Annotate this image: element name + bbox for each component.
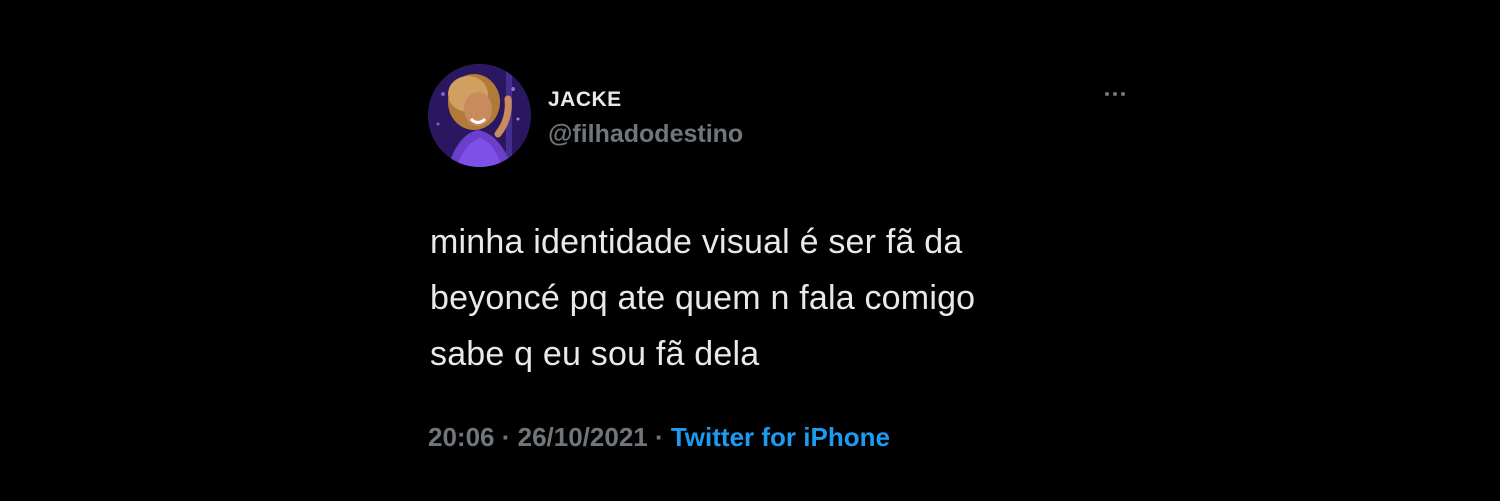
- more-dots-icon: [1105, 92, 1109, 96]
- tweet-date[interactable]: 26/10/2021: [518, 422, 648, 452]
- tweet-card: JACKE @filhadodestino minha identidade v…: [428, 62, 1140, 472]
- tweet-source-link[interactable]: Twitter for iPhone: [671, 422, 890, 452]
- more-dots-icon: [1113, 92, 1117, 96]
- tweet-text-line: minha identidade visual é ser fã da: [430, 223, 963, 261]
- meta-separator: ·: [647, 422, 671, 452]
- more-dots-icon: [1121, 92, 1125, 96]
- display-name[interactable]: JACKE: [548, 88, 622, 112]
- tweet-text-line: beyoncé pq ate quem n fala comigo: [430, 279, 976, 317]
- tweet-text-line: sabe q eu sou fã dela: [430, 335, 760, 373]
- tweet-text: minha identidade visual é ser fã da beyo…: [430, 214, 1130, 382]
- user-handle[interactable]: @filhadodestino: [548, 120, 743, 149]
- more-options-button[interactable]: [1098, 80, 1132, 108]
- avatar[interactable]: [428, 64, 531, 167]
- tweet-time[interactable]: 20:06: [428, 422, 495, 452]
- tweet-meta: 20:06 · 26/10/2021 · Twitter for iPhone: [428, 422, 890, 453]
- avatar-photo: [428, 64, 531, 167]
- meta-separator: ·: [494, 422, 518, 452]
